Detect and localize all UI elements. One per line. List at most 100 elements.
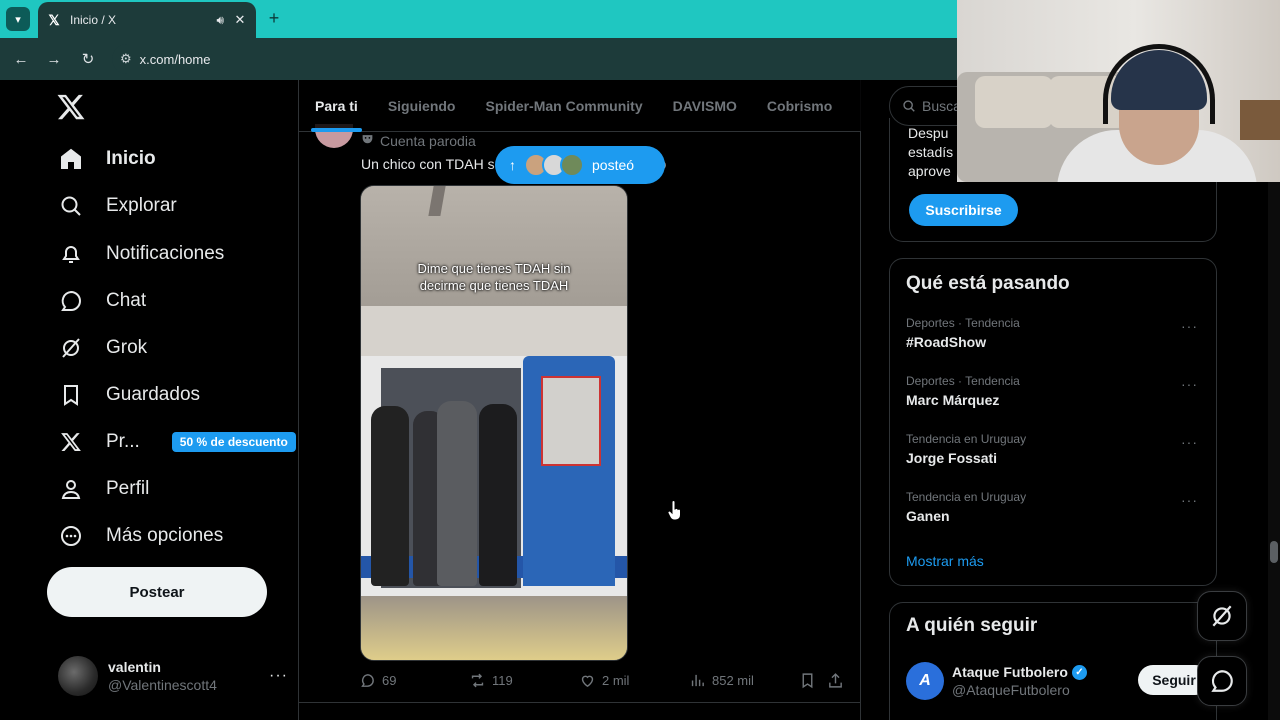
nav-label: Chat — [106, 290, 147, 311]
repost-button[interactable]: 119 — [469, 672, 513, 689]
more-circle-icon — [58, 523, 84, 549]
account-handle: @Valentinescott4 — [108, 677, 217, 693]
nav-item-premium[interactable]: Pr... 50 % de descuento — [58, 422, 296, 462]
heart-icon — [581, 675, 594, 688]
tab-spiderman-community[interactable]: Spider-Man Community — [485, 80, 642, 132]
reload-icon[interactable]: ↻ — [77, 48, 99, 70]
main-feed: Para ti Siguiendo Spider-Man Community D… — [298, 80, 861, 720]
share-icon — [829, 673, 842, 688]
forward-icon[interactable]: → — [43, 48, 65, 70]
bookmark-button[interactable] — [799, 672, 816, 689]
site-info-icon[interactable]: ⚙︎ — [120, 51, 132, 67]
who-to-follow-card: A quién seguir A Ataque Futbolero ✓ @Ata… — [889, 602, 1217, 720]
trend-meta: Deportes · Tendencia — [906, 374, 1020, 388]
views-button[interactable]: 852 mil — [689, 672, 754, 689]
left-navigation: Inicio Explorar Notificaciones Chat Grok — [0, 80, 298, 720]
trend-name: Marc Márquez — [906, 392, 1000, 408]
trend-item[interactable]: Deportes · Tendencia #RoadShow ··· — [906, 316, 1206, 356]
more-dots-icon[interactable]: ··· — [1181, 376, 1198, 392]
nav-label: Más opciones — [106, 525, 224, 546]
trend-meta: Deportes · Tendencia — [906, 316, 1020, 330]
repost-icon — [471, 673, 484, 688]
pill-label: posteó — [592, 157, 635, 173]
trend-meta: Tendencia en Uruguay — [906, 490, 1027, 504]
bookmark-icon — [58, 382, 84, 408]
more-dots-icon[interactable]: ··· — [1181, 318, 1198, 334]
url-text: x.com/home — [139, 51, 211, 67]
more-dots-icon[interactable]: ··· — [1181, 434, 1198, 450]
home-icon — [58, 146, 84, 172]
nav-label: Guardados — [106, 384, 201, 405]
subscribe-button[interactable]: Suscribirse — [909, 194, 1018, 226]
tab-list-button[interactable]: ▾ — [6, 7, 30, 31]
nav-item-chat[interactable]: Chat — [58, 281, 146, 321]
nav-label: Notificaciones — [106, 243, 225, 264]
trends-title: Qué está pasando — [906, 273, 1070, 294]
nav-label: Explorar — [106, 195, 177, 216]
reply-icon — [361, 674, 374, 687]
grok-icon — [1212, 605, 1232, 627]
new-tab-button[interactable]: + — [264, 8, 284, 29]
post-button[interactable]: Postear — [47, 567, 267, 617]
nav-item-more[interactable]: Más opciones — [58, 516, 223, 556]
nav-label: Inicio — [106, 148, 156, 169]
tab-davismo[interactable]: DAVISMO — [673, 80, 737, 132]
reply-count: 69 — [382, 673, 397, 688]
arrow-up-icon: ↑ — [509, 157, 516, 173]
verified-badge-icon: ✓ — [1071, 664, 1087, 680]
video-caption: Dime que tienes TDAH sin decirme que tie… — [361, 260, 627, 294]
nav-label: Perfil — [106, 478, 150, 499]
search-placeholder: Busca — [922, 98, 961, 114]
account-name: valentin — [108, 659, 161, 675]
nav-item-home[interactable]: Inicio — [58, 139, 156, 179]
nav-item-profile[interactable]: Perfil — [58, 469, 149, 509]
nav-item-notifications[interactable]: Notificaciones — [58, 234, 224, 274]
reply-button[interactable]: 69 — [359, 672, 396, 689]
close-tab-icon[interactable]: ✕ — [232, 12, 248, 28]
trend-name: Ganen — [906, 508, 950, 524]
trend-meta: Tendencia en Uruguay — [906, 432, 1027, 446]
trend-item[interactable]: Tendencia en Uruguay Jorge Fossati ··· — [906, 432, 1206, 472]
tab-following[interactable]: Siguiendo — [388, 80, 456, 132]
tweet-video[interactable]: Dime que tienes TDAH sin decirme que tie… — [360, 185, 628, 661]
pill-avatars — [524, 153, 584, 177]
feed-tabs: Para ti Siguiendo Spider-Man Community D… — [299, 80, 861, 132]
show-more-link[interactable]: Mostrar más — [906, 553, 984, 569]
x-logo-icon[interactable] — [56, 92, 86, 122]
tab-for-you[interactable]: Para ti — [311, 80, 362, 132]
messages-float-button[interactable] — [1197, 656, 1247, 706]
chat-icon — [1211, 670, 1233, 692]
grok-float-button[interactable] — [1197, 591, 1247, 641]
hand-cursor-icon — [667, 500, 681, 521]
x-favicon-icon: 𝕏 — [48, 11, 60, 28]
video-caption-line2: decirme que tienes TDAH — [419, 278, 569, 293]
share-button[interactable] — [827, 672, 844, 689]
x-logo-icon — [58, 429, 84, 455]
scroll-thumb[interactable] — [1270, 541, 1278, 563]
nav-item-bookmarks[interactable]: Guardados — [58, 375, 200, 415]
like-button[interactable]: 2 mil — [579, 672, 629, 689]
trend-item[interactable]: Deportes · Tendencia Marc Márquez ··· — [906, 374, 1206, 414]
search-icon — [58, 193, 84, 219]
account-switcher[interactable]: valentin @Valentinescott4 ··· — [58, 654, 288, 698]
nav-item-grok[interactable]: Grok — [58, 328, 147, 368]
trends-card: Qué está pasando Deportes · Tendencia #R… — [889, 258, 1217, 586]
tab-cobrismo[interactable]: Cobrismo — [767, 80, 832, 132]
follow-suggestion[interactable]: A Ataque Futbolero ✓ @AtaqueFutbolero Se… — [906, 659, 1210, 703]
browser-tab-active[interactable]: 𝕏 Inicio / X 🔊︎ ✕ — [38, 2, 256, 38]
tweet-actions: 69 119 2 mil 852 mil — [359, 672, 849, 692]
nav-label: Grok — [106, 337, 148, 358]
more-dots-icon[interactable]: ··· — [269, 667, 288, 685]
avatar: A — [906, 662, 944, 700]
back-icon[interactable]: ← — [10, 48, 32, 70]
views-icon — [691, 674, 704, 687]
more-dots-icon[interactable]: ··· — [1181, 492, 1198, 508]
suggestion-handle: @AtaqueFutbolero — [952, 682, 1070, 698]
new-posts-pill[interactable]: ↑ posteó — [495, 146, 665, 184]
discount-badge: 50 % de descuento — [171, 432, 296, 452]
trend-item[interactable]: Tendencia en Uruguay Ganen ··· — [906, 490, 1206, 530]
webcam-overlay — [957, 0, 1280, 182]
nav-item-explore[interactable]: Explorar — [58, 186, 177, 226]
divider — [299, 702, 861, 703]
speaker-icon[interactable]: 🔊︎ — [216, 13, 224, 28]
